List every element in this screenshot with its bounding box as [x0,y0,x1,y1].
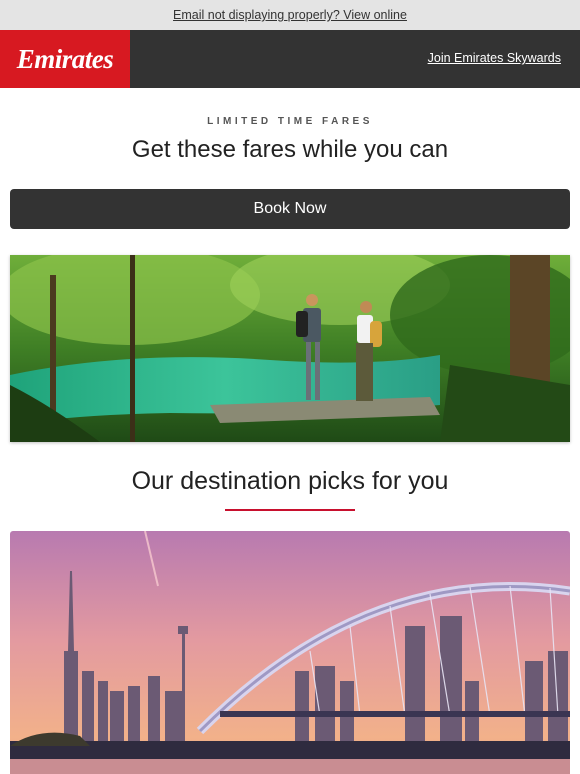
logo-text: Emirates [16,43,114,74]
jungle-scene [10,255,570,442]
destination-image-dubai[interactable] [10,531,570,774]
emirates-logo[interactable]: Emirates [0,30,130,88]
join-skywards-link[interactable]: Join Emirates Skywards [428,51,561,65]
eyebrow-label: LIMITED TIME FARES [207,116,373,127]
preheader-bar: Email not displaying properly? View onli… [0,0,580,30]
hero-image-travelers[interactable] [10,255,570,442]
view-online-link[interactable]: Email not displaying properly? View onli… [173,8,407,22]
book-now-button[interactable]: Book Now [10,189,570,229]
destinations-title: Our destination picks for you [131,467,449,495]
title-underline [225,509,355,511]
city-skyline-scene [10,531,570,774]
email-header: Emirates Join Emirates Skywards [0,30,580,88]
promo-headline: Get these fares while you can [131,136,449,163]
